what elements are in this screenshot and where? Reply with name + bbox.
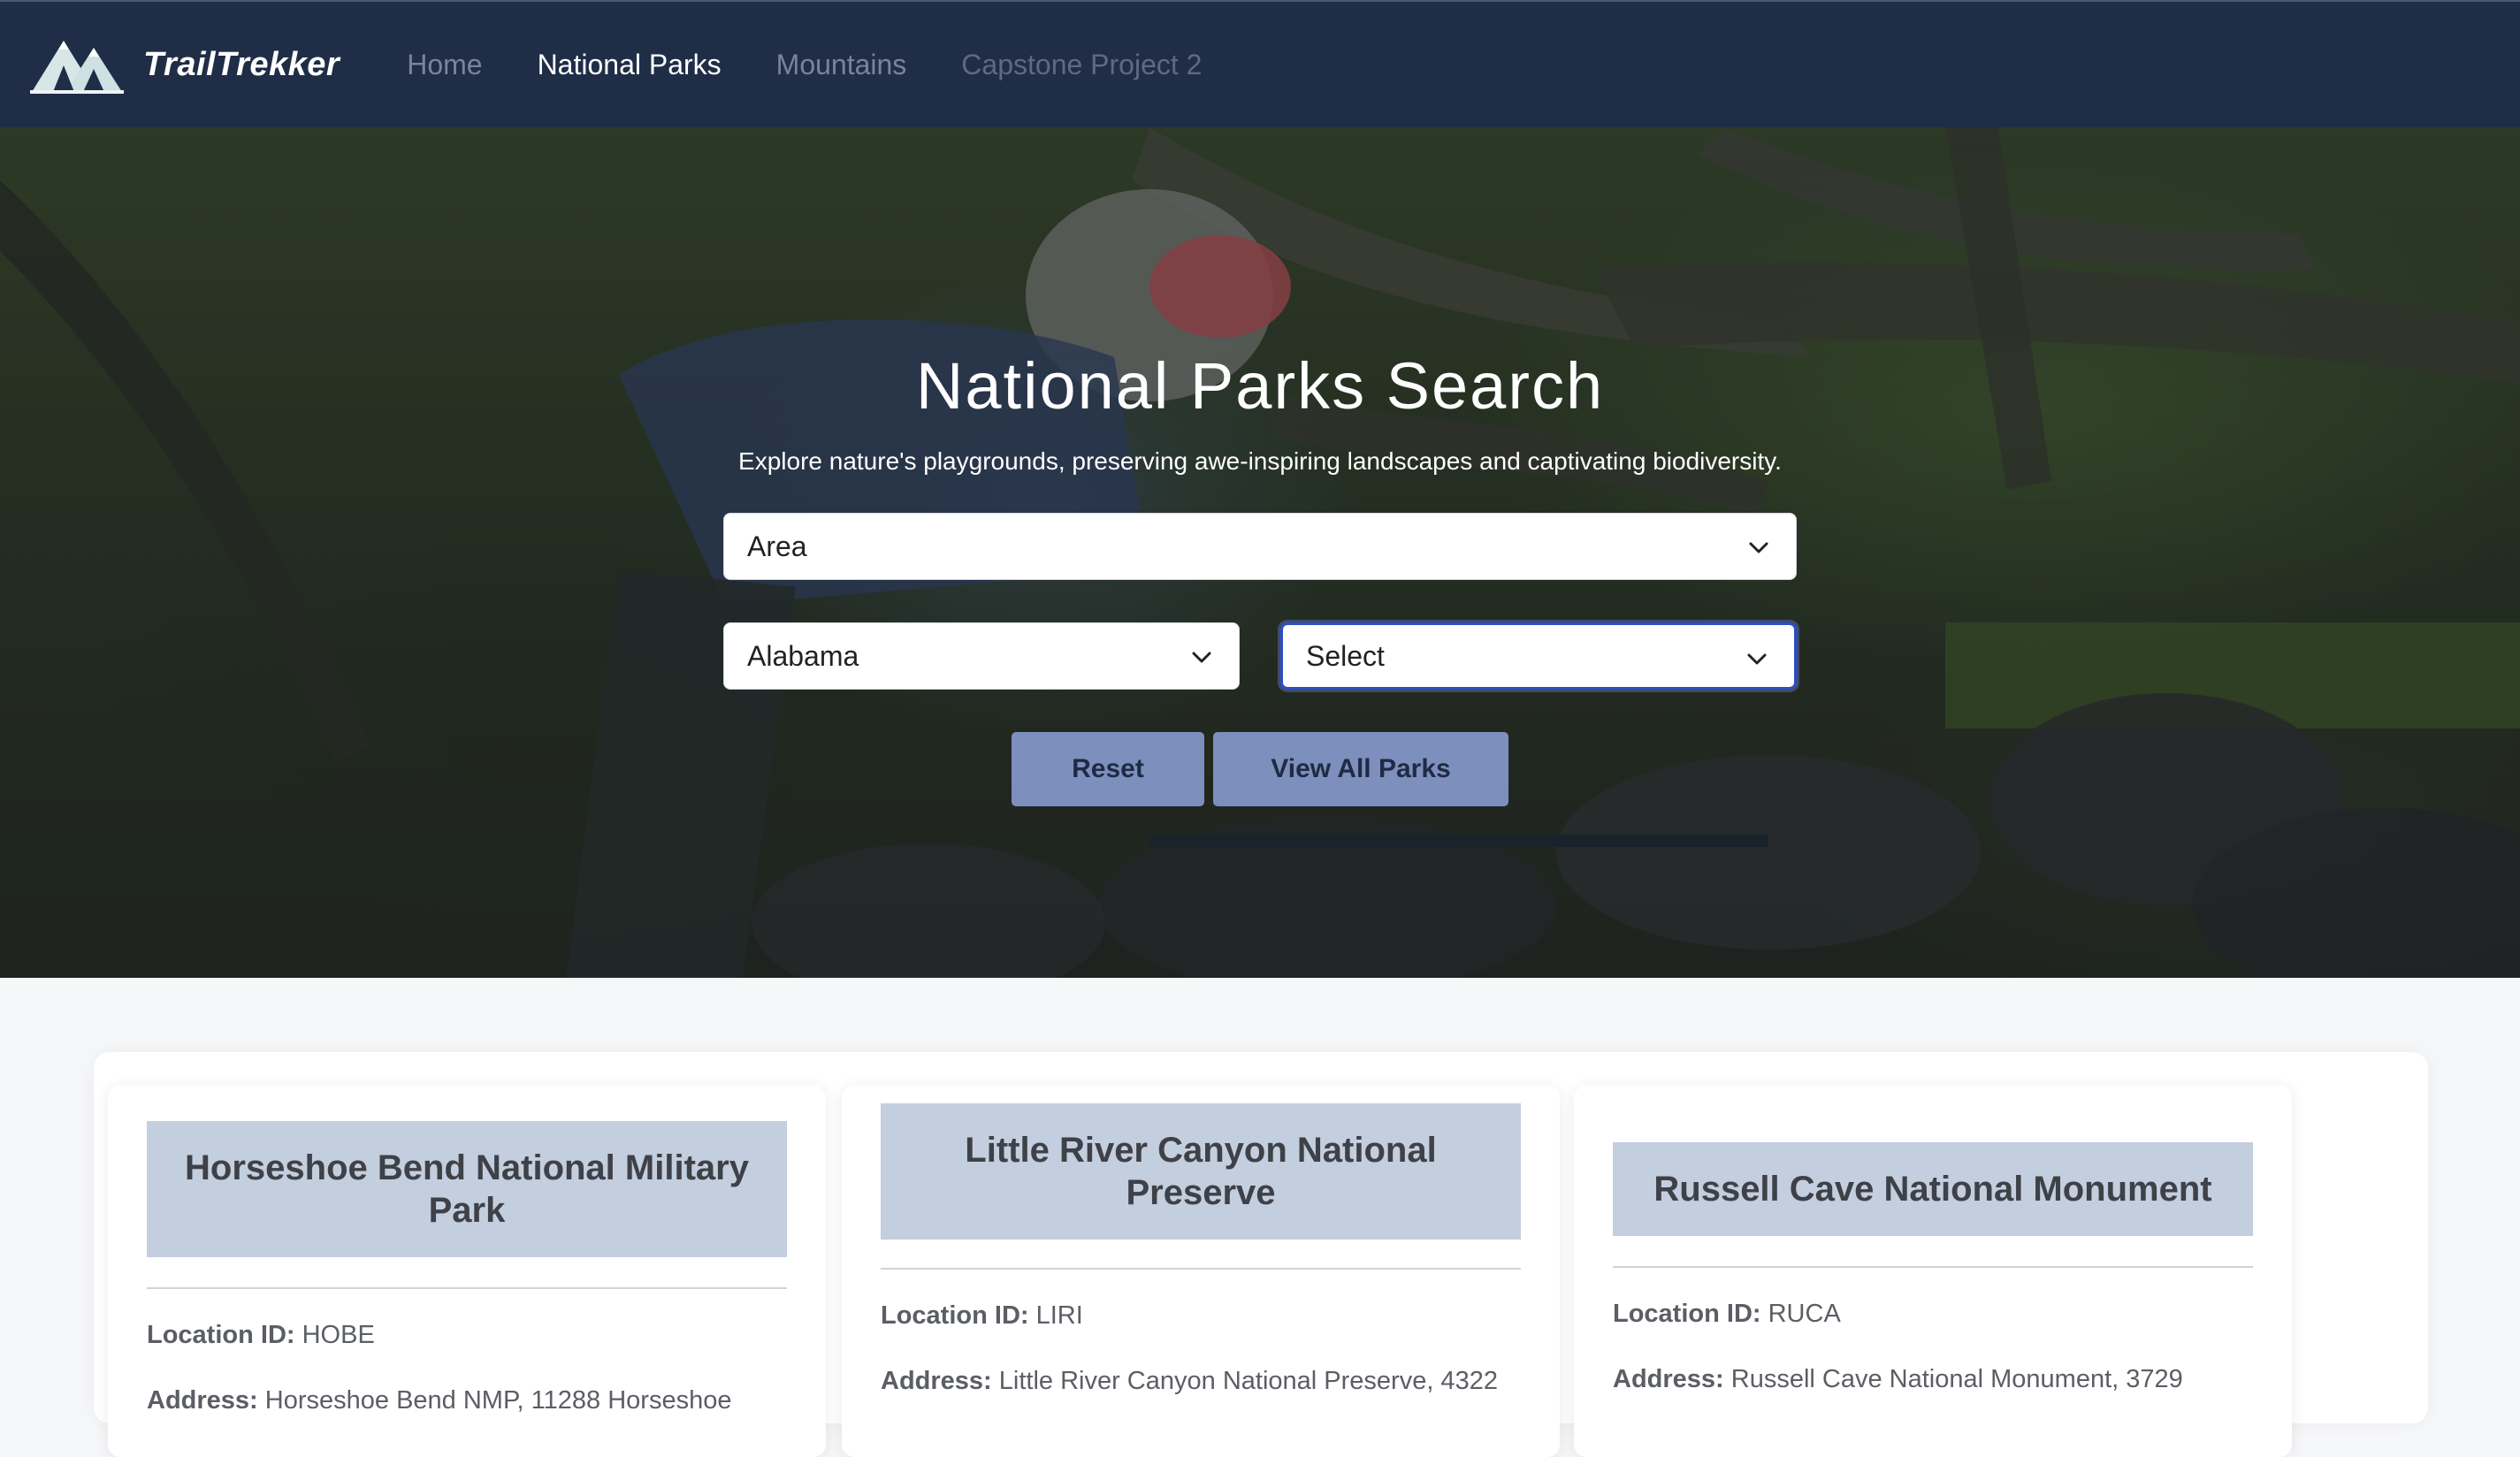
divider bbox=[1613, 1266, 2253, 1268]
park-card-title: Russell Cave National Monument bbox=[1613, 1142, 2253, 1236]
address-label: Address: bbox=[147, 1386, 258, 1415]
address-value: Horseshoe Bend NMP, 11288 Horseshoe bbox=[264, 1386, 732, 1415]
address-value: Little River Canyon National Preserve, 4… bbox=[998, 1367, 1498, 1395]
park-card[interactable]: Horseshoe Bend National Military Park Lo… bbox=[108, 1086, 826, 1457]
location-id: Location ID: RUCA bbox=[1613, 1300, 1841, 1329]
park-card[interactable]: Russell Cave National Monument Location … bbox=[1574, 1086, 2292, 1457]
location-id-label: Location ID: bbox=[147, 1321, 295, 1349]
divider bbox=[881, 1268, 1521, 1270]
park-card-title: Little River Canyon National Preserve bbox=[881, 1103, 1521, 1240]
state-select[interactable]: Alabama bbox=[723, 622, 1240, 690]
address-value: Russell Cave National Monument, 3729 bbox=[1730, 1365, 2183, 1393]
chevron-down-icon bbox=[1749, 542, 1768, 553]
divider bbox=[147, 1287, 787, 1289]
location-id-value: HOBE bbox=[302, 1321, 375, 1349]
park-select-value: Select bbox=[1306, 639, 1385, 672]
reset-button[interactable]: Reset bbox=[1012, 732, 1204, 806]
chevron-down-icon bbox=[1747, 653, 1767, 665]
page-subtitle: Explore nature's playgrounds, preserving… bbox=[738, 447, 1782, 475]
park-card[interactable]: Little River Canyon National Preserve Lo… bbox=[842, 1086, 1560, 1457]
address-label: Address: bbox=[881, 1367, 992, 1395]
location-id: Location ID: HOBE bbox=[147, 1321, 375, 1350]
nav-links: Home National Parks Mountains Capstone P… bbox=[407, 49, 1256, 81]
park-select[interactable]: Select bbox=[1280, 622, 1797, 690]
hero-section: National Parks Search Explore nature's p… bbox=[0, 127, 2520, 978]
location-id-label: Location ID: bbox=[881, 1301, 1029, 1330]
brand[interactable]: TrailTrekker bbox=[30, 34, 340, 95]
area-select[interactable]: Area bbox=[723, 513, 1797, 580]
location-id-value: RUCA bbox=[1768, 1300, 1841, 1328]
page-title: National Parks Search bbox=[915, 349, 1605, 423]
location-id-value: LIRI bbox=[1035, 1301, 1083, 1330]
brand-name: TrailTrekker bbox=[143, 45, 340, 83]
nav-link-capstone-project[interactable]: Capstone Project 2 bbox=[961, 49, 1202, 81]
top-navbar: TrailTrekker Home National Parks Mountai… bbox=[0, 0, 2520, 127]
state-select-value: Alabama bbox=[747, 639, 859, 672]
nav-link-mountains[interactable]: Mountains bbox=[776, 49, 907, 81]
area-select-value: Area bbox=[747, 530, 807, 562]
address-label: Address: bbox=[1613, 1365, 1724, 1393]
view-all-parks-button[interactable]: View All Parks bbox=[1213, 732, 1508, 806]
address: Address: Little River Canyon National Pr… bbox=[881, 1367, 1498, 1396]
park-card-title: Horseshoe Bend National Military Park bbox=[147, 1121, 787, 1257]
location-id-label: Location ID: bbox=[1613, 1300, 1761, 1328]
address: Address: Russell Cave National Monument,… bbox=[1613, 1365, 2183, 1394]
address: Address: Horseshoe Bend NMP, 11288 Horse… bbox=[147, 1386, 731, 1415]
mountain-logo-icon bbox=[30, 41, 124, 94]
location-id: Location ID: LIRI bbox=[881, 1301, 1083, 1331]
nav-link-national-parks[interactable]: National Parks bbox=[538, 49, 722, 81]
nav-link-home[interactable]: Home bbox=[407, 49, 482, 81]
chevron-down-icon bbox=[1192, 652, 1211, 663]
